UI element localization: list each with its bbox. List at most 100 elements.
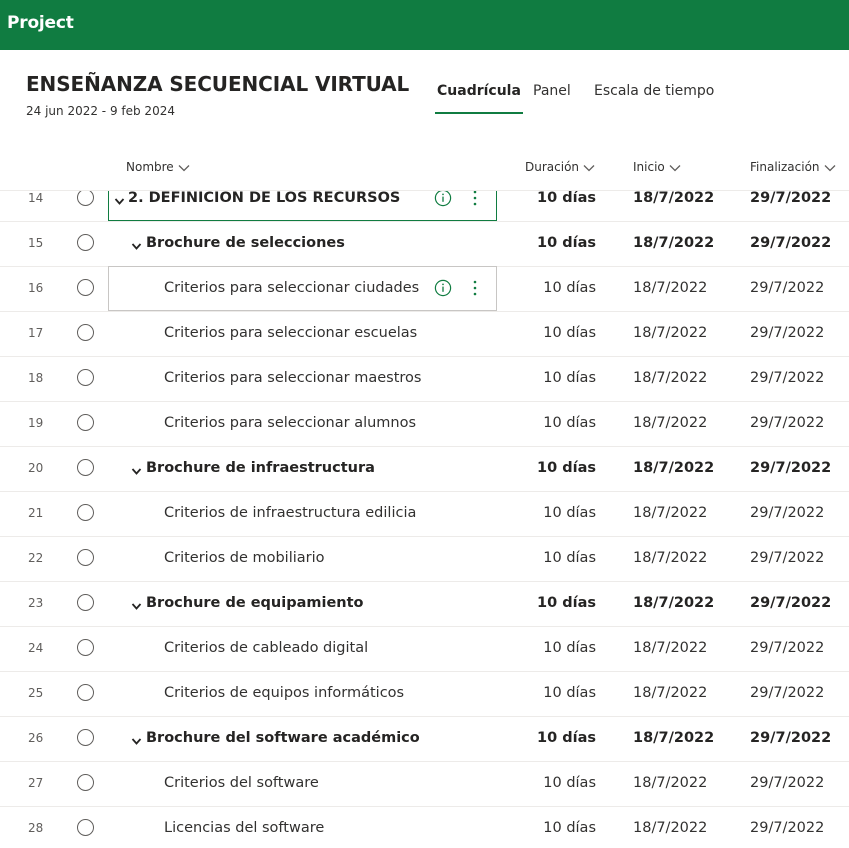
row-number: 26 (28, 731, 44, 745)
task-start-date[interactable]: 18/7/2022 (633, 311, 707, 356)
task-start-date[interactable]: 18/7/2022 (633, 806, 707, 848)
task-duration[interactable]: 10 días (520, 311, 596, 356)
task-row[interactable]: 15 Brochure de selecciones 10 días 18/7/202… (0, 221, 849, 267)
task-start-date[interactable]: 18/7/2022 (633, 221, 714, 266)
task-start-date[interactable]: 18/7/2022 (633, 671, 707, 716)
task-complete-checkbox[interactable] (77, 639, 94, 656)
task-complete-checkbox[interactable] (77, 594, 94, 611)
task-row[interactable]: 28 Licencias del software 10 días 18/7/2022… (0, 806, 849, 848)
info-icon[interactable] (434, 191, 452, 207)
task-finish-date[interactable]: 29/7/2022 (750, 716, 831, 761)
task-complete-checkbox[interactable] (77, 414, 94, 431)
task-duration[interactable]: 10 días (520, 806, 596, 848)
task-finish-date[interactable]: 29/7/2022 (750, 536, 824, 581)
task-start-date[interactable]: 18/7/2022 (633, 626, 707, 671)
task-duration[interactable]: 10 días (520, 266, 596, 311)
task-row[interactable]: 19 Criterios para seleccionar alumnos 10 d… (0, 401, 849, 447)
chevron-down-icon[interactable] (114, 192, 125, 205)
task-finish-date[interactable]: 29/7/2022 (750, 266, 824, 311)
task-complete-checkbox[interactable] (77, 504, 94, 521)
task-start-date[interactable]: 18/7/2022 (633, 356, 707, 401)
task-complete-checkbox[interactable] (77, 191, 94, 206)
task-finish-date[interactable]: 29/7/2022 (750, 626, 824, 671)
row-number: 19 (28, 416, 44, 430)
task-complete-checkbox[interactable] (77, 234, 94, 251)
chevron-down-icon[interactable] (131, 597, 142, 610)
task-row[interactable]: 25 Criterios de equipos informáticos 10 dí… (0, 671, 849, 717)
task-duration[interactable]: 10 días (520, 356, 596, 401)
task-row[interactable]: 14 2. DEFINICIÓN DE LOS RECURSOS 10 días 18… (0, 191, 849, 222)
task-complete-checkbox[interactable] (77, 369, 94, 386)
task-complete-checkbox[interactable] (77, 774, 94, 791)
task-row[interactable]: 21 Criterios de infraestructura edilicia 1… (0, 491, 849, 537)
task-row[interactable]: 20 Brochure de infraestructura 10 días 18/7… (0, 446, 849, 492)
task-complete-checkbox[interactable] (77, 819, 94, 836)
task-duration[interactable]: 10 días (520, 671, 596, 716)
task-duration[interactable]: 10 días (520, 716, 596, 761)
task-duration[interactable]: 10 días (520, 221, 596, 266)
task-row[interactable]: 27 Criterios del software 10 días 18/7/2022… (0, 761, 849, 807)
task-name: Brochure de equipamiento (146, 595, 364, 611)
task-complete-checkbox[interactable] (77, 729, 94, 746)
task-duration[interactable]: 10 días (520, 191, 596, 221)
task-row[interactable]: 23 Brochure de equipamiento 10 días 18/7/20… (0, 581, 849, 627)
task-duration[interactable]: 10 días (520, 536, 596, 581)
task-finish-date[interactable]: 29/7/2022 (750, 491, 824, 536)
app-title[interactable]: Project (7, 13, 74, 33)
task-start-date[interactable]: 18/7/2022 (633, 716, 714, 761)
task-duration[interactable]: 10 días (520, 401, 596, 446)
more-options-icon[interactable] (466, 191, 484, 208)
task-complete-checkbox[interactable] (77, 684, 94, 701)
task-row[interactable]: 24 Criterios de cableado digital 10 días 18… (0, 626, 849, 672)
chevron-down-icon[interactable] (131, 462, 142, 475)
task-name: Criterios del software (164, 775, 319, 791)
task-duration[interactable]: 10 días (520, 581, 596, 626)
task-start-date[interactable]: 18/7/2022 (633, 491, 707, 536)
task-complete-checkbox[interactable] (77, 549, 94, 566)
task-finish-date[interactable]: 29/7/2022 (750, 401, 824, 446)
info-icon[interactable] (434, 279, 452, 297)
task-finish-date[interactable]: 29/7/2022 (750, 356, 824, 401)
task-duration[interactable]: 10 días (520, 491, 596, 536)
task-finish-date[interactable]: 29/7/2022 (750, 671, 824, 716)
task-complete-checkbox[interactable] (77, 324, 94, 341)
task-finish-date[interactable]: 29/7/2022 (750, 581, 831, 626)
tab-board[interactable]: Panel (533, 83, 571, 115)
column-header-start[interactable]: Inicio (633, 160, 681, 174)
task-finish-date[interactable]: 29/7/2022 (750, 221, 831, 266)
task-duration[interactable]: 10 días (520, 761, 596, 806)
tab-timeline[interactable]: Escala de tiempo (594, 83, 714, 115)
task-start-date[interactable]: 18/7/2022 (633, 266, 707, 311)
task-start-date[interactable]: 18/7/2022 (633, 191, 714, 221)
task-duration[interactable]: 10 días (520, 626, 596, 671)
task-complete-checkbox[interactable] (77, 459, 94, 476)
chevron-down-icon[interactable] (131, 732, 142, 745)
task-row[interactable]: 26 Brochure del software académico 10 días… (0, 716, 849, 762)
column-header-finish[interactable]: Finalización (750, 160, 836, 174)
task-row[interactable]: 16 Criterios para seleccionar ciudades 10 … (0, 266, 849, 312)
task-start-date[interactable]: 18/7/2022 (633, 761, 707, 806)
more-options-icon[interactable] (466, 278, 484, 298)
task-row[interactable]: 18 Criterios para seleccionar maestros 10 … (0, 356, 849, 402)
task-start-date[interactable]: 18/7/2022 (633, 401, 707, 446)
task-name: Criterios para seleccionar ciudades (164, 280, 420, 296)
tab-grid[interactable]: Cuadrícula (435, 83, 523, 115)
row-number: 20 (28, 461, 44, 475)
row-number: 22 (28, 551, 44, 565)
task-row[interactable]: 17 Criterios para seleccionar escuelas 10 … (0, 311, 849, 357)
chevron-down-icon[interactable] (131, 237, 142, 250)
project-title[interactable]: ENSEÑANZA SECUENCIAL VIRTUAL (26, 72, 409, 96)
task-finish-date[interactable]: 29/7/2022 (750, 191, 831, 221)
task-complete-checkbox[interactable] (77, 279, 94, 296)
task-finish-date[interactable]: 29/7/2022 (750, 806, 824, 848)
task-start-date[interactable]: 18/7/2022 (633, 581, 714, 626)
task-duration[interactable]: 10 días (520, 446, 596, 491)
task-start-date[interactable]: 18/7/2022 (633, 536, 707, 581)
column-header-name[interactable]: Nombre (126, 160, 190, 174)
task-start-date[interactable]: 18/7/2022 (633, 446, 714, 491)
column-header-duration[interactable]: Duración (525, 160, 595, 174)
task-row[interactable]: 22 Criterios de mobiliario 10 días 18/7/202… (0, 536, 849, 582)
task-finish-date[interactable]: 29/7/2022 (750, 311, 824, 356)
task-finish-date[interactable]: 29/7/2022 (750, 761, 824, 806)
task-finish-date[interactable]: 29/7/2022 (750, 446, 831, 491)
